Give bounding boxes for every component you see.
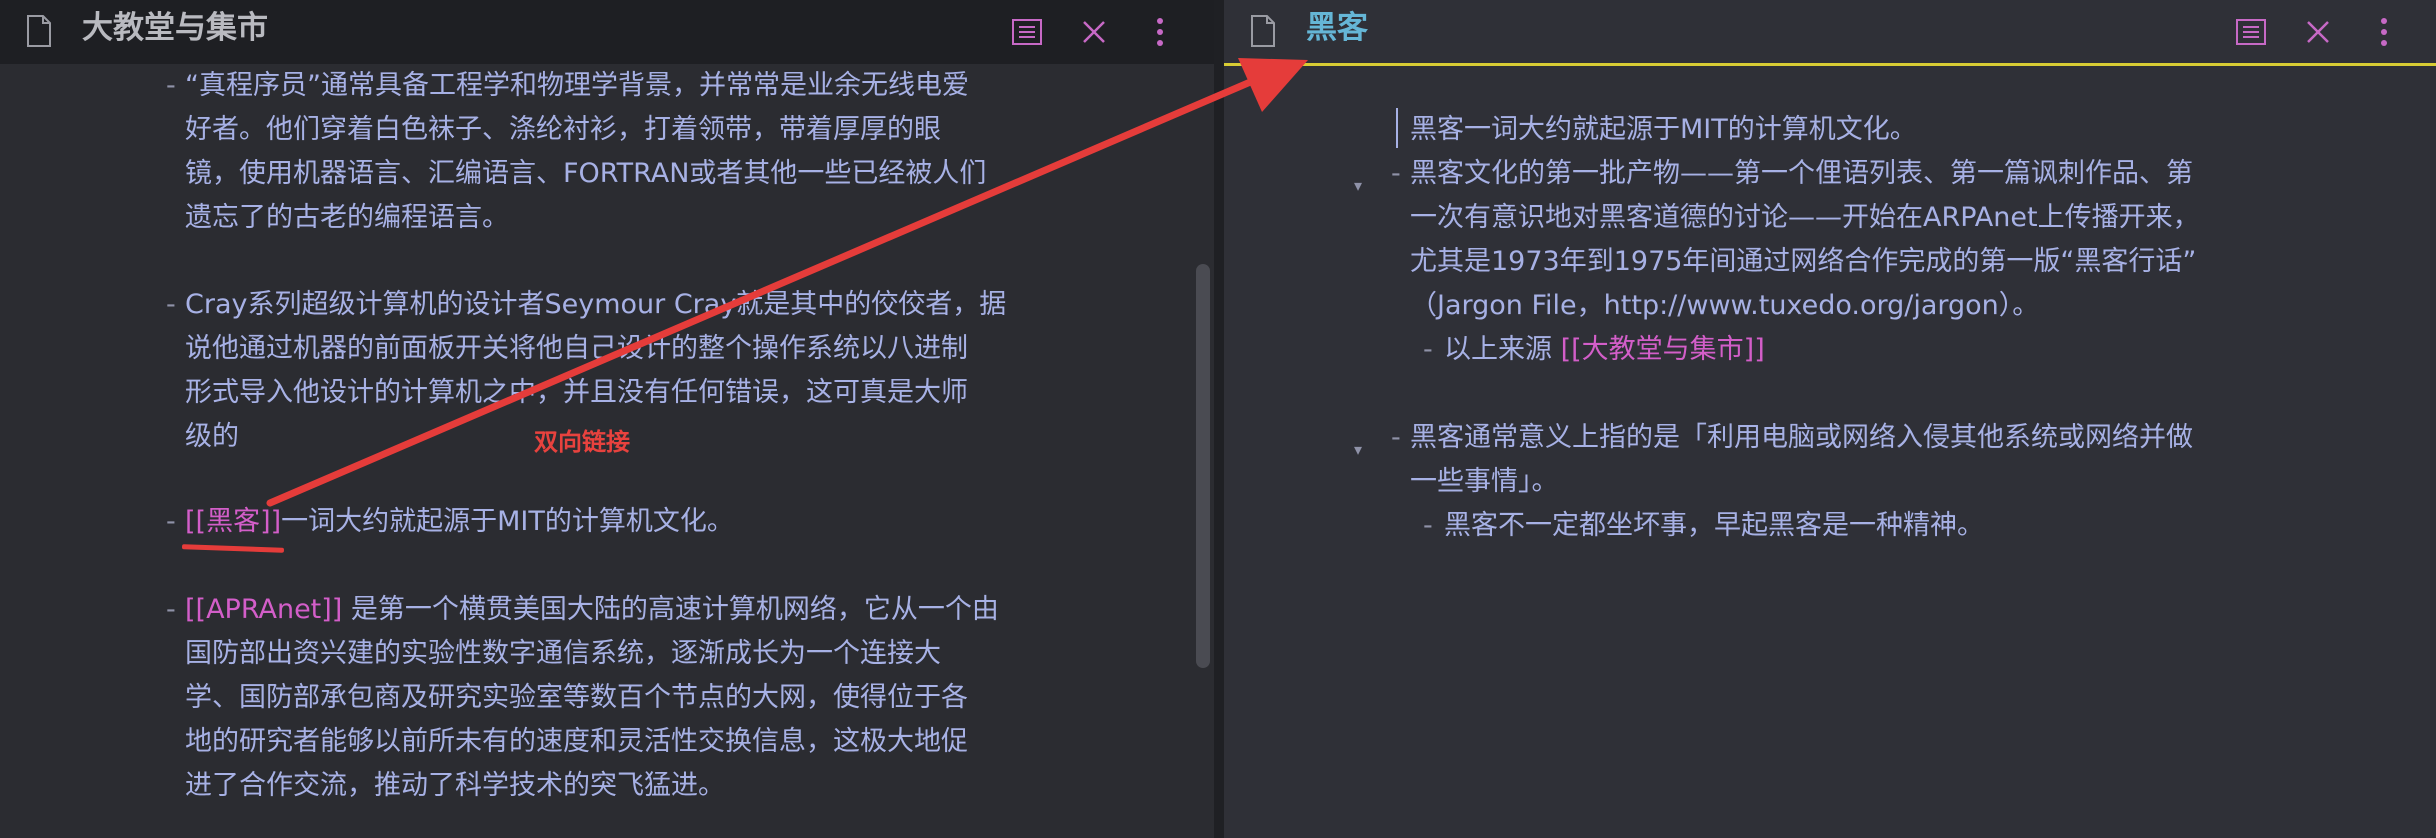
- list-item[interactable]: 黑客文化的第一批产物——第一个俚语列表、第一篇讽刺作品、第 一次有意识地对黑客道…: [1410, 152, 2200, 328]
- list-item[interactable]: [[黑客]]一词大约就起源于MIT的计算机文化。: [185, 500, 734, 544]
- list-item[interactable]: 以上来源 [[大教堂与集市]]: [1444, 328, 1765, 372]
- text-line: 国防部出资兴建的实验性数字通信系统，逐渐成长为一个连接大: [185, 638, 941, 669]
- right-pane-content: 黑客一词大约就起源于MIT的计算机文化。 ▾ - 黑客文化的第一批产物——第一个…: [1224, 64, 2436, 838]
- text-line: 一次有意识地对黑客道德的讨论——开始在ARPAnet上传播开来，: [1410, 202, 2200, 233]
- text-line: 一些事情」。: [1410, 466, 1559, 497]
- right-pane-header: 黑客: [1224, 0, 2436, 66]
- text-line: 遗忘了的古老的编程语言。: [185, 202, 509, 233]
- text-line: 黑客不一定都坐坏事，早起黑客是一种精神。: [1444, 510, 1984, 541]
- text-line: 黑客通常意义上指的是「利用电脑或网络入侵其他系统或网络并做: [1410, 422, 2193, 453]
- text-line: “真程序员”通常具备工程学和物理学背景，并常常是业余无线电爱: [185, 70, 969, 101]
- scrollbar[interactable]: [1196, 264, 1210, 668]
- text-line: 一词大约就起源于MIT的计算机文化。: [281, 506, 734, 537]
- left-pane-header: 大教堂与集市: [0, 0, 1214, 64]
- page-title: 大教堂与集市: [82, 10, 268, 46]
- outline-icon[interactable]: [1011, 16, 1043, 48]
- more-icon[interactable]: [1144, 16, 1176, 48]
- text-line: 进了合作交流，推动了科学技术的突飞猛进。: [185, 770, 725, 801]
- wiki-link-hacker[interactable]: [[黑客]]: [185, 506, 281, 537]
- list-bullet[interactable]: -: [1423, 504, 1433, 548]
- list-bullet[interactable]: -: [166, 588, 176, 632]
- outline-icon[interactable]: [2235, 16, 2267, 48]
- text-line: 好者。他们穿着白色袜子、涤纶衬衫，打着领带，带着厚厚的眼: [185, 114, 941, 145]
- text-line: 以上来源: [1444, 334, 1561, 365]
- list-item[interactable]: “真程序员”通常具备工程学和物理学背景，并常常是业余无线电爱 好者。他们穿着白色…: [185, 64, 986, 240]
- fold-toggle-icon[interactable]: ▾: [1354, 178, 1362, 194]
- wiki-link-cathedral-bazaar[interactable]: [[大教堂与集市]]: [1561, 334, 1765, 365]
- wiki-link-apranet[interactable]: [[APRAnet]]: [185, 594, 342, 625]
- list-bullet[interactable]: -: [1423, 328, 1433, 372]
- left-editor-pane: 大教堂与集市 - “真程序员”通常具备工程学和物理学背景，并常常是业余无线电爱 …: [0, 0, 1214, 838]
- text-line: Cray系列超级计算机的设计者Seymour Cray就是其中的佼佼者，据: [185, 289, 1007, 320]
- fold-toggle-icon[interactable]: ▾: [1354, 442, 1362, 458]
- text-line: 镜，使用机器语言、汇编语言、FORTRAN或者其他一些已经被人们: [185, 158, 987, 189]
- list-bullet[interactable]: -: [166, 500, 176, 544]
- pane-divider[interactable]: [1214, 0, 1224, 838]
- list-bullet[interactable]: -: [1391, 152, 1401, 196]
- annotation-label: 双向链接: [534, 428, 630, 456]
- list-bullet[interactable]: -: [166, 64, 176, 108]
- text-line: （Jargon File，http://www.tuxedo.org/jargo…: [1410, 290, 2040, 321]
- text-line: 尤其是1973年到1975年间通过网络合作完成的第一版“黑客行话”: [1410, 246, 2197, 277]
- right-editor-pane: 黑客 黑客一词大约就起源于MIT的计算机文化。 ▾ - 黑客文化的第一批产物——…: [1224, 0, 2436, 838]
- list-bullet[interactable]: -: [1391, 416, 1401, 460]
- close-icon[interactable]: [1078, 16, 1110, 48]
- text-cursor: [1396, 108, 1398, 148]
- document-icon: [1251, 15, 1275, 47]
- list-bullet[interactable]: -: [166, 283, 176, 327]
- list-item[interactable]: 黑客不一定都坐坏事，早起黑客是一种精神。: [1444, 504, 1984, 548]
- list-item[interactable]: [[APRAnet]] 是第一个横贯美国大陆的高速计算机网络，它从一个由 国防部…: [185, 588, 999, 808]
- text-line: 说他通过机器的前面板开关将他自己设计的整个操作系统以八进制: [185, 333, 968, 364]
- document-icon: [27, 15, 51, 47]
- text-line: 学、国防部承包商及研究实验室等数百个节点的大网，使得位于各: [185, 682, 968, 713]
- more-icon[interactable]: [2368, 16, 2400, 48]
- close-icon[interactable]: [2302, 16, 2334, 48]
- text-line: 地的研究者能够以前所未有的速度和灵活性交换信息，这极大地促: [185, 726, 968, 757]
- list-item[interactable]: 黑客一词大约就起源于MIT的计算机文化。: [1410, 108, 1917, 152]
- page-title: 黑客: [1306, 10, 1368, 46]
- list-item[interactable]: 黑客通常意义上指的是「利用电脑或网络入侵其他系统或网络并做 一些事情」。: [1410, 416, 2193, 504]
- text-line: 是第一个横贯美国大陆的高速计算机网络，它从一个由: [342, 594, 999, 625]
- text-line: 黑客一词大约就起源于MIT的计算机文化。: [1410, 114, 1917, 145]
- text-line: 形式导入他设计的计算机之中，并且没有任何错误，这可真是大师: [185, 377, 968, 408]
- text-line: 黑客文化的第一批产物——第一个俚语列表、第一篇讽刺作品、第: [1410, 158, 2193, 189]
